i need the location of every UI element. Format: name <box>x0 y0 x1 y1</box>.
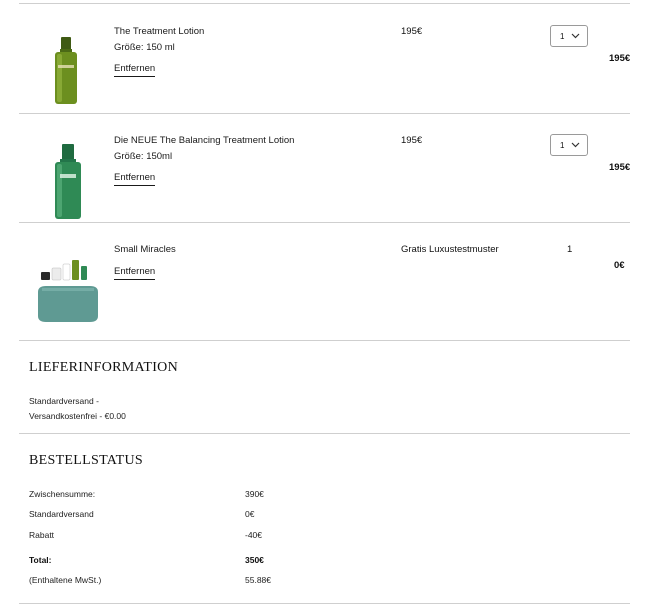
remove-link[interactable]: Entfernen <box>114 266 156 280</box>
product-name[interactable]: Small Miracles <box>114 244 176 255</box>
product-name[interactable]: The Treatment Lotion <box>114 26 204 37</box>
quantity-value: 1 <box>560 32 565 41</box>
emerald-bottle-image <box>55 144 81 219</box>
discount-value: -40€ <box>245 530 263 540</box>
line-total: 195€ <box>609 53 631 64</box>
green-bottle-image <box>55 37 77 104</box>
gift-set-image <box>38 260 98 322</box>
unit-price: Gratis Luxustestmuster <box>401 244 499 255</box>
line-total: 195€ <box>609 162 631 173</box>
chevron-down-icon <box>571 33 580 39</box>
product-size: Größe: 150ml <box>114 151 173 162</box>
quantity-value: 1 <box>567 244 573 255</box>
product-name[interactable]: Die NEUE The Balancing Treatment Lotion <box>114 135 294 146</box>
discount-label: Rabatt <box>29 530 55 540</box>
divider <box>19 433 630 434</box>
remove-link[interactable]: Entfernen <box>114 172 156 186</box>
quantity-select[interactable]: 1 <box>550 134 588 156</box>
shipping-label: Standardversand <box>29 509 94 519</box>
chevron-down-icon <box>571 142 580 148</box>
divider <box>19 340 630 341</box>
unit-price: 195€ <box>401 135 423 146</box>
vat-label: (Enthaltene MwSt.) <box>29 575 102 585</box>
divider <box>19 3 630 4</box>
remove-link[interactable]: Entfernen <box>114 63 156 77</box>
product-size: Größe: 150 ml <box>114 42 175 53</box>
subtotal-label: Zwischensumme: <box>29 489 96 499</box>
vat-value: 55.88€ <box>245 575 271 585</box>
shipping-method: Standardversand - <box>29 396 99 406</box>
divider <box>19 113 630 114</box>
shipping-value: 0€ <box>245 509 255 519</box>
line-total: 0€ <box>614 260 625 271</box>
subtotal-value: 390€ <box>245 489 264 499</box>
section-title: LIEFERINFORMATION <box>29 360 178 375</box>
total-value: 350€ <box>245 555 264 565</box>
unit-price: 195€ <box>401 26 423 37</box>
quantity-select[interactable]: 1 <box>550 25 588 47</box>
shipping-cost: Versandkostenfrei - €0.00 <box>29 411 126 421</box>
quantity-value: 1 <box>560 141 565 150</box>
total-label: Total: <box>29 555 52 565</box>
divider <box>19 222 630 223</box>
section-title: BESTELLSTATUS <box>29 453 144 468</box>
divider <box>19 603 630 604</box>
